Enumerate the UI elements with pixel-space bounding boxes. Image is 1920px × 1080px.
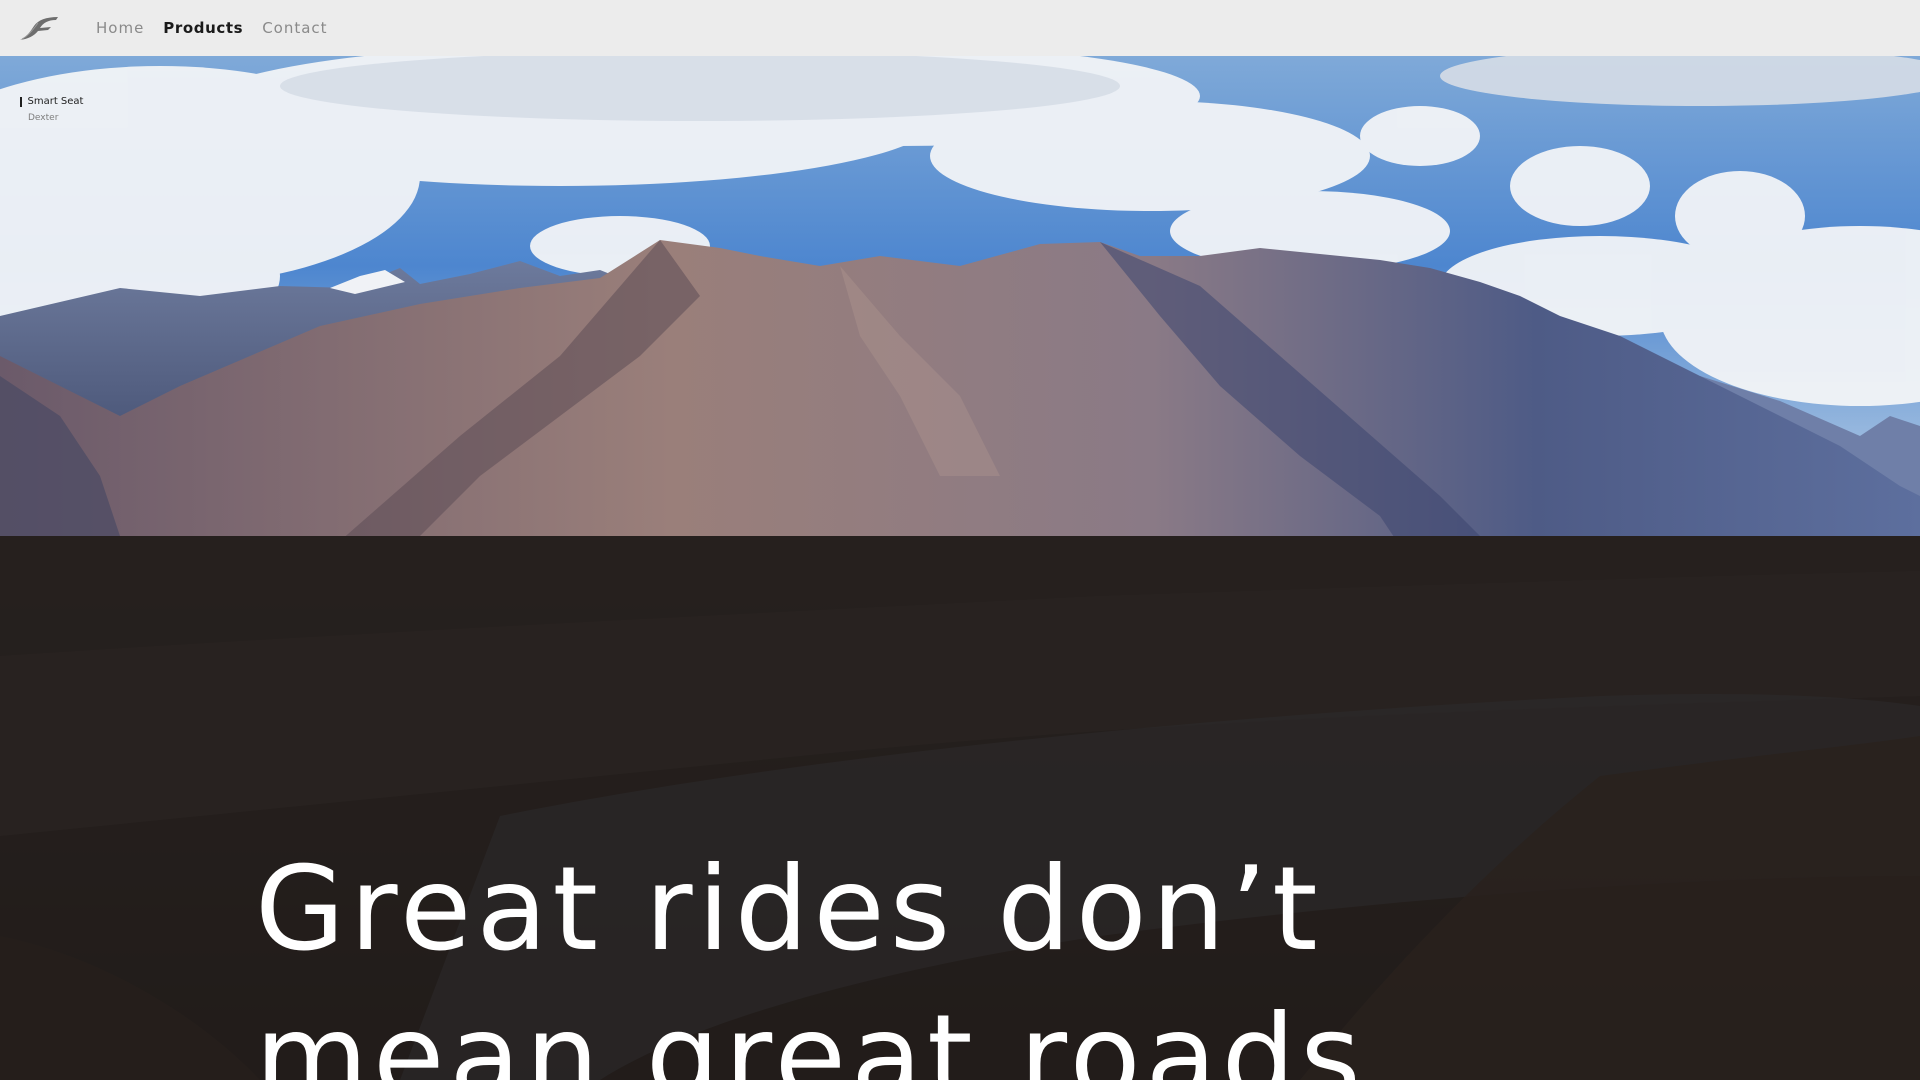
nav-home-link[interactable]: Home — [96, 19, 144, 37]
feather-logo-icon[interactable] — [18, 14, 60, 42]
breadcrumb: Smart Seat Dexter — [20, 96, 83, 123]
breadcrumb-current-label: Smart Seat — [27, 96, 84, 107]
nav-contact-link[interactable]: Contact — [262, 19, 327, 37]
breadcrumb-sub-link[interactable]: Dexter — [28, 113, 83, 123]
hero-section: Smart Seat Dexter Great rides don’t mean… — [0, 56, 1920, 1080]
breadcrumb-marker — [20, 96, 22, 107]
hero-headline: Great rides don’t mean great roads — [255, 842, 1366, 1080]
top-navbar: Home Products Contact — [0, 0, 1920, 56]
nav-products-link[interactable]: Products — [163, 19, 243, 37]
breadcrumb-current: Smart Seat — [20, 96, 83, 107]
nav-links: Home Products Contact — [96, 0, 328, 56]
page: Home Products Contact Smart Seat Dexter … — [0, 0, 1920, 1080]
